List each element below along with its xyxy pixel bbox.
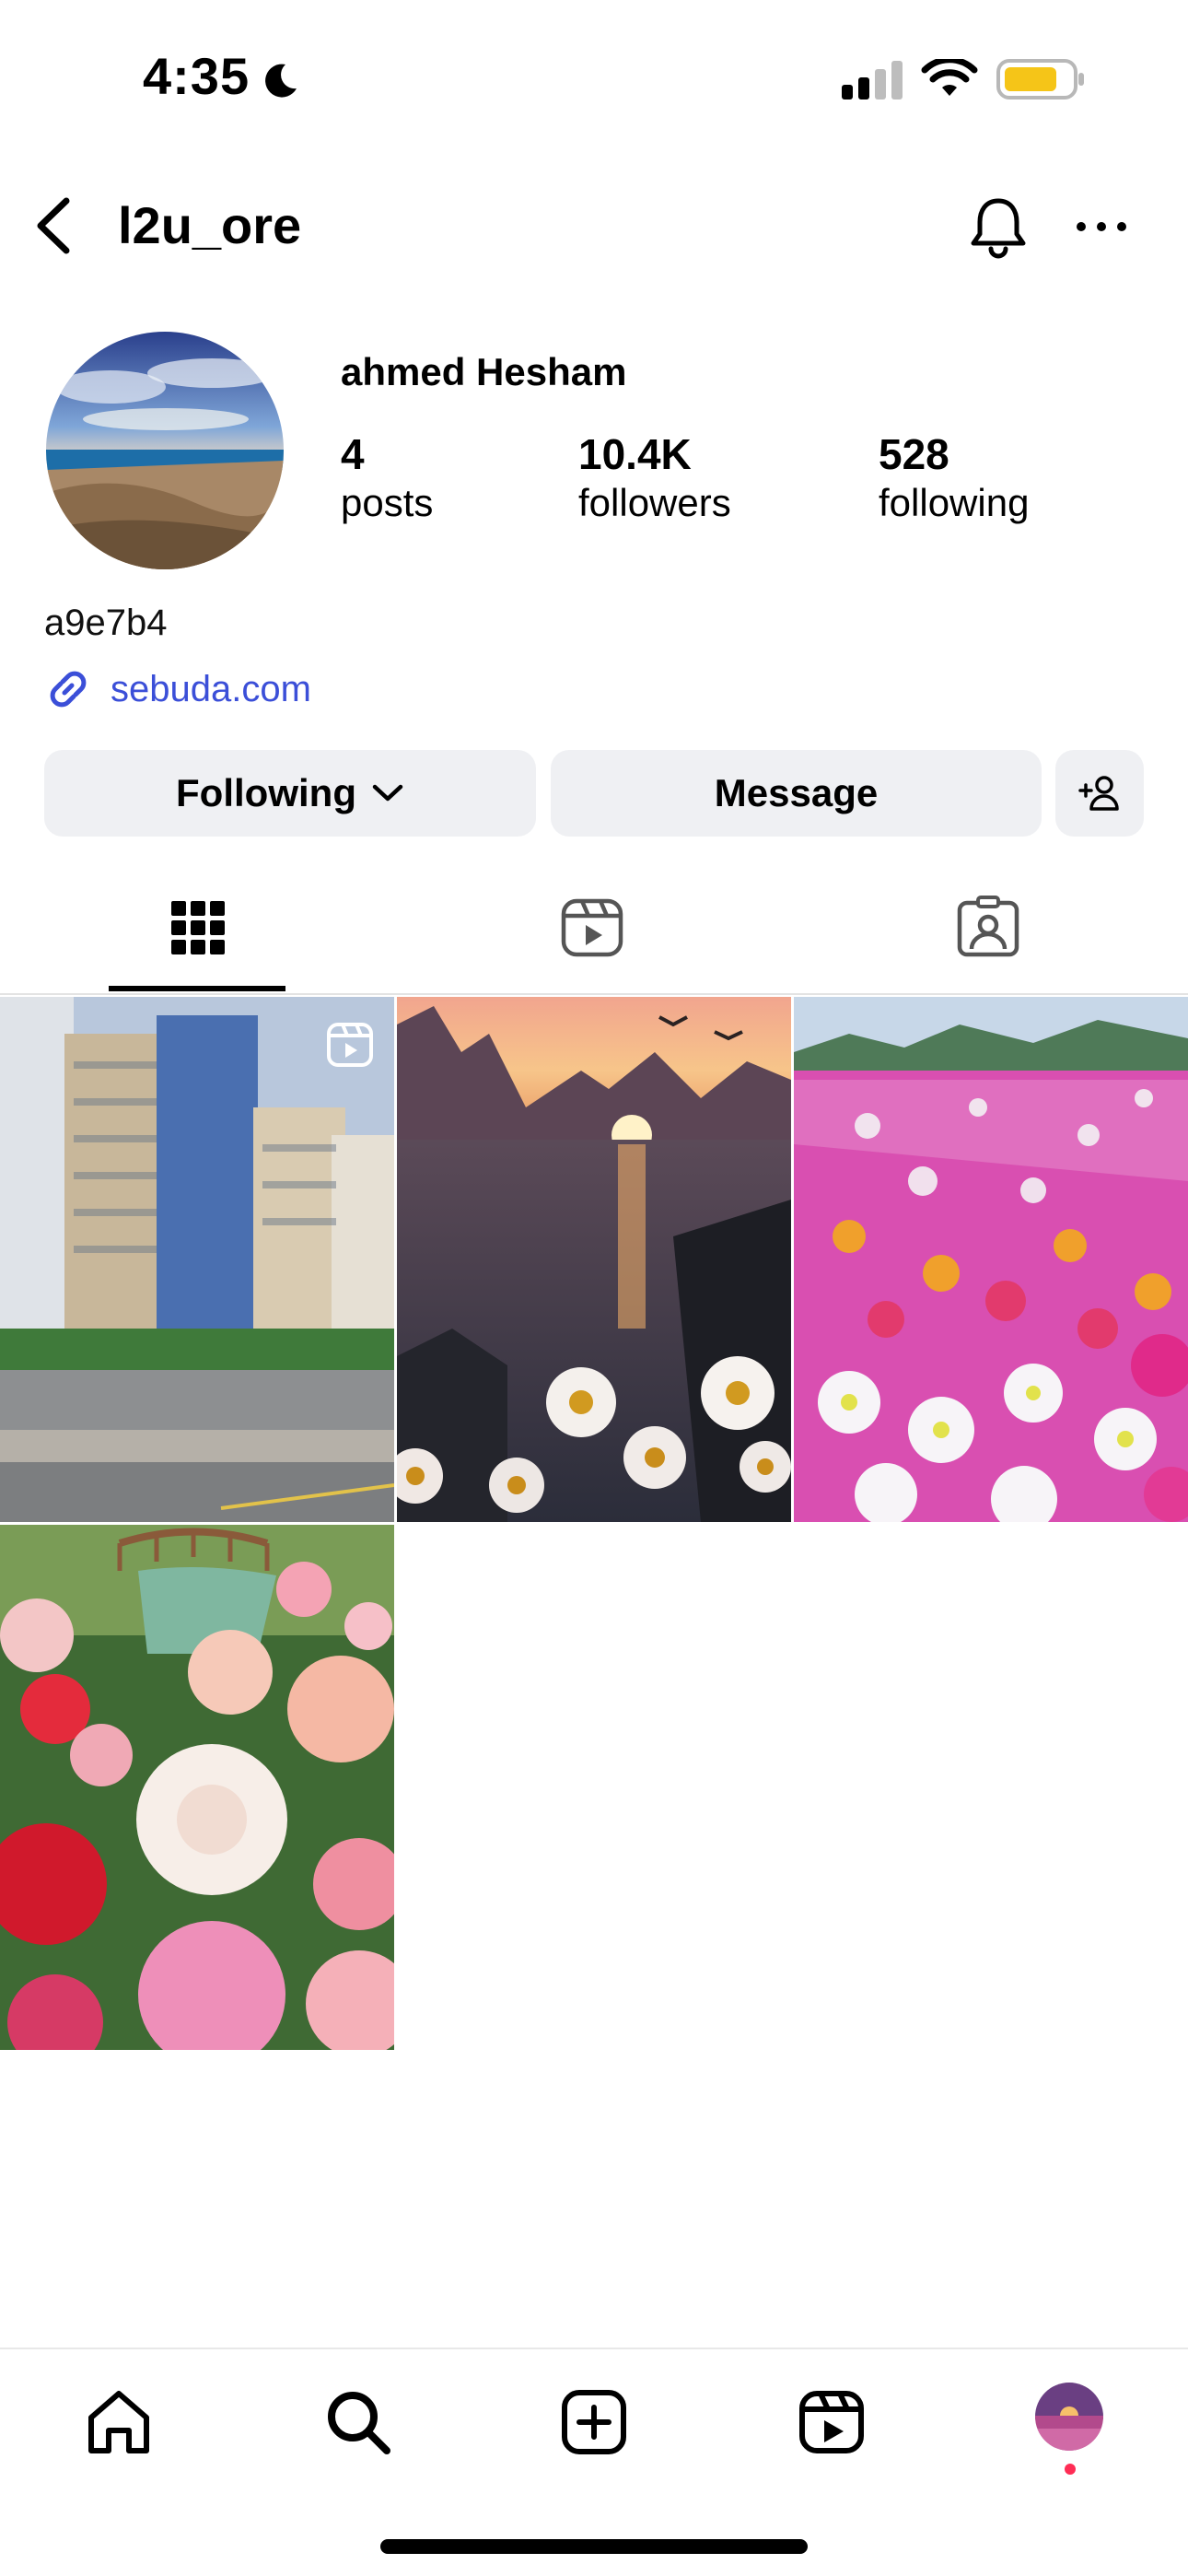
tagged-icon[interactable] bbox=[956, 896, 1020, 960]
battery-icon bbox=[996, 59, 1084, 100]
status-bar: 4:35 bbox=[0, 0, 1188, 157]
post-thumbnail[interactable] bbox=[0, 1525, 394, 2050]
home-indicator bbox=[380, 2539, 808, 2554]
profile-display-name: ahmed Hesham bbox=[341, 350, 627, 393]
add-person-button[interactable] bbox=[1055, 750, 1144, 837]
following-stat[interactable]: 528 following bbox=[879, 429, 1029, 527]
create-icon[interactable] bbox=[558, 2386, 630, 2458]
grid-icon[interactable] bbox=[166, 896, 230, 960]
status-time: 4:35 bbox=[143, 47, 250, 105]
following-button-label: Following bbox=[176, 771, 356, 814]
home-icon[interactable] bbox=[83, 2386, 155, 2458]
followers-label: followers bbox=[578, 481, 731, 524]
message-button[interactable]: Message bbox=[551, 750, 1042, 837]
following-button[interactable]: Following bbox=[44, 750, 536, 837]
reels-icon[interactable] bbox=[560, 896, 624, 960]
post-thumbnail[interactable] bbox=[794, 997, 1188, 1522]
followers-stat[interactable]: 10.4K followers bbox=[578, 429, 731, 527]
post-thumbnail[interactable] bbox=[397, 997, 791, 1522]
more-icon[interactable] bbox=[1068, 203, 1135, 251]
posts-count: 4 bbox=[341, 430, 365, 478]
wifi-icon bbox=[921, 59, 978, 96]
following-count: 528 bbox=[879, 430, 949, 478]
link-text[interactable]: sebuda.com bbox=[111, 669, 311, 710]
profile-bio: a9e7b4 bbox=[44, 603, 168, 643]
notification-dot bbox=[1065, 2464, 1076, 2475]
moon-icon bbox=[265, 64, 297, 98]
add-person-icon bbox=[1078, 776, 1119, 811]
profile-avatar[interactable] bbox=[46, 332, 284, 569]
message-button-label: Message bbox=[714, 771, 879, 814]
post-thumbnail[interactable] bbox=[0, 997, 394, 1522]
profile-avatar-nav[interactable] bbox=[1035, 2383, 1103, 2451]
profile-header: l2u_ore bbox=[0, 175, 1188, 276]
cellular-signal-icon bbox=[842, 61, 903, 100]
profile-username: l2u_ore bbox=[118, 196, 302, 254]
followers-count: 10.4K bbox=[578, 430, 692, 478]
bell-icon[interactable] bbox=[965, 193, 1031, 260]
search-icon[interactable] bbox=[322, 2386, 394, 2458]
link-icon bbox=[50, 671, 87, 708]
reel-badge-icon bbox=[327, 1023, 373, 1067]
reels-nav-icon[interactable] bbox=[796, 2386, 868, 2458]
posts-stat[interactable]: 4 posts bbox=[341, 429, 433, 527]
profile-link[interactable]: sebuda.com bbox=[44, 662, 311, 717]
active-tab-indicator bbox=[109, 986, 285, 991]
following-label: following bbox=[879, 481, 1030, 524]
back-arrow-icon[interactable] bbox=[31, 193, 74, 258]
posts-label: posts bbox=[341, 481, 434, 524]
chevron-down-icon bbox=[372, 784, 403, 802]
profile-tabs bbox=[0, 866, 1188, 995]
bottom-navigation bbox=[0, 2348, 1188, 2486]
